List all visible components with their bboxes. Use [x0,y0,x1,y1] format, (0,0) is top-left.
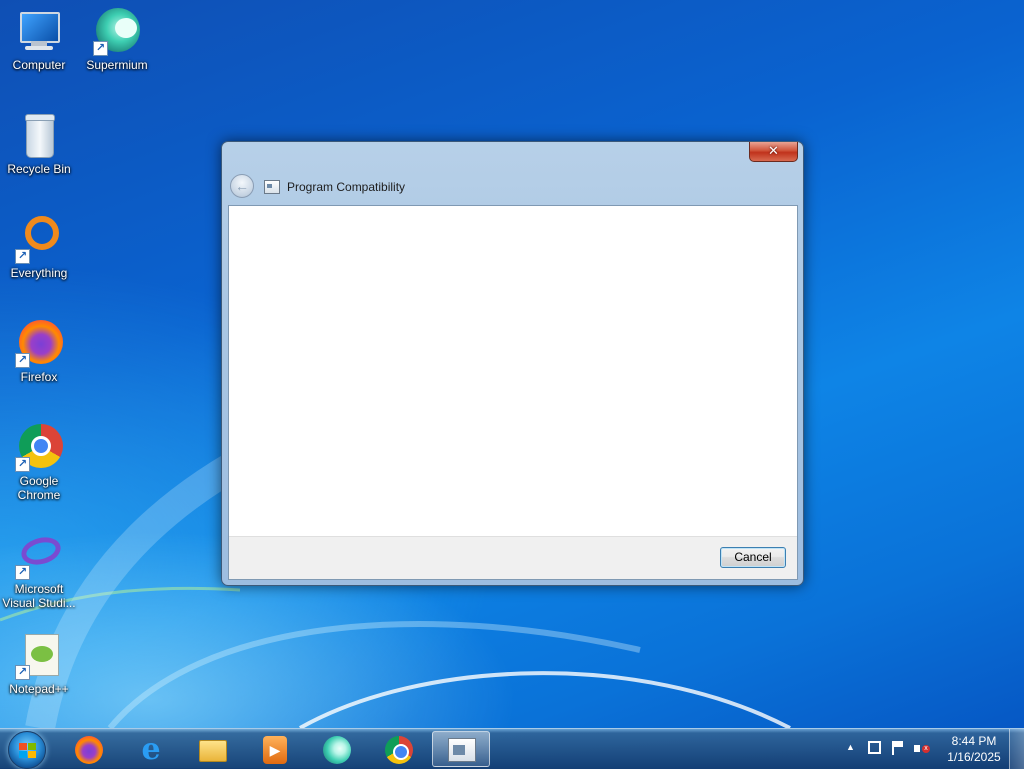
volume-muted-icon[interactable]: x [914,742,930,756]
show-hidden-icons-icon[interactable]: ▲ [846,742,855,752]
close-button[interactable]: ✕ [749,142,798,162]
desktop-icon-notepadpp[interactable]: ↗ Notepad++ [0,632,78,696]
chrome-icon: ↗ [15,424,63,472]
dialog-content: Cancel [228,205,798,580]
firefox-icon [75,736,103,764]
taskbar-program-compatibility[interactable] [432,731,490,767]
taskbar: e ▶ ▲ x 8:44 PM 1/16/2025 [0,728,1024,769]
notepadpp-icon: ↗ [15,632,63,680]
desktop-icon-label: Microsoft [14,582,64,596]
desktop-icon-label: Notepad++ [9,682,69,696]
dialog-footer: Cancel [229,536,797,579]
shortcut-arrow-icon: ↗ [93,41,108,56]
taskbar-internet-explorer[interactable]: e [122,731,180,767]
desktop-icon-label: Everything [10,266,68,280]
internet-explorer-icon: e [141,732,161,767]
visual-studio-icon: ↗ [15,532,64,580]
desktop-icon-label: Google [19,474,59,488]
desktop-icon-visual-studio[interactable]: ↗ Microsoft Visual Studi... [0,532,78,610]
desktop-icon-label: Computer [12,58,66,72]
desktop-icon-label: Recycle Bin [7,162,71,176]
shortcut-arrow-icon: ↗ [15,665,30,680]
cancel-button[interactable]: Cancel [720,547,786,568]
desktop-icon-everything[interactable]: ↗ Everything [0,216,78,280]
clock-time: 8:44 PM [951,734,997,748]
chrome-icon [385,736,413,764]
clock-date: 1/16/2025 [947,750,1001,764]
taskbar-file-explorer[interactable] [184,731,242,767]
desktop-icon-label: Visual Studi... [2,596,76,610]
supermium-icon: ↗ [93,8,141,56]
desktop-icon-firefox[interactable]: ↗ Firefox [0,320,78,384]
dialog-title: Program Compatibility [287,180,406,194]
folder-icon [199,740,227,762]
desktop-icon-recycle-bin[interactable]: Recycle Bin [0,112,78,176]
shortcut-arrow-icon: ↗ [15,353,30,368]
windows-logo-icon [19,743,37,759]
program-compatibility-icon [264,180,280,194]
desktop-icon-supermium[interactable]: ↗ Supermium [78,8,156,72]
start-button[interactable] [8,731,46,769]
media-player-icon: ▶ [263,736,287,764]
desktop-icon-label: Chrome [17,488,61,502]
system-tray: ▲ x [842,729,934,769]
taskbar-firefox[interactable] [60,731,118,767]
desktop-icon-google-chrome[interactable]: ↗ Google Chrome [0,424,78,502]
back-arrow-icon[interactable]: ← [230,174,254,198]
show-desktop-button[interactable] [1009,729,1024,769]
supermium-icon [323,736,351,764]
recycle-bin-icon [15,112,63,160]
shortcut-arrow-icon: ↗ [15,565,30,580]
action-center-flag-icon[interactable] [892,741,903,755]
shortcut-arrow-icon: ↗ [15,457,30,472]
taskbar-supermium[interactable] [308,731,366,767]
desktop-icon-label: Supermium [86,58,148,72]
taskbar-media-player[interactable]: ▶ [246,731,304,767]
program-compatibility-dialog: ✕ ← Program Compatibility Cancel [221,141,804,586]
clock[interactable]: 8:44 PM 1/16/2025 [936,733,1012,765]
program-compatibility-icon [448,738,476,762]
shortcut-arrow-icon: ↗ [15,249,30,264]
dialog-title-bar: Program Compatibility [264,178,405,196]
taskbar-chrome[interactable] [370,731,428,767]
desktop-icon-label: Firefox [20,370,58,384]
computer-icon [15,8,63,56]
firefox-icon: ↗ [15,320,63,368]
everything-icon: ↗ [15,216,63,264]
network-icon[interactable] [868,741,881,754]
desktop-icon-computer[interactable]: Computer [0,8,78,72]
